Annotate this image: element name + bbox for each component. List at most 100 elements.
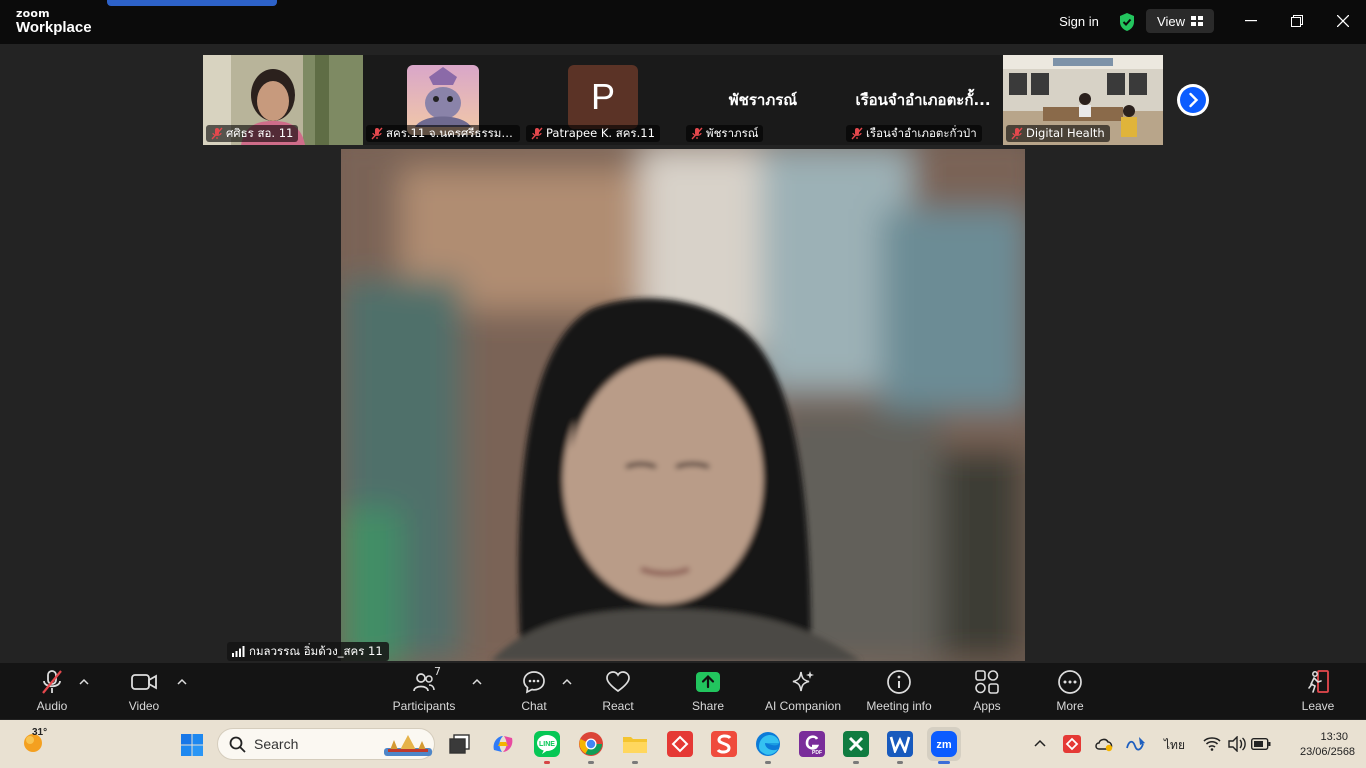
speaker-video-frame <box>341 149 1025 661</box>
anydesk-app-button[interactable] <box>667 731 693 757</box>
participant-thumbnail-strip: ศศิธร สอ. 11 สคร.11 จ.นครศรีธรรมรา... P … <box>203 55 1163 145</box>
more-button[interactable]: More <box>1025 669 1115 713</box>
chrome-icon <box>579 732 603 756</box>
participant-thumbnail[interactable]: P Patrapee K. สคร.11 <box>523 55 683 145</box>
restore-button[interactable] <box>1285 10 1309 32</box>
chat-options-caret-icon[interactable] <box>562 677 572 687</box>
audio-options-caret-icon[interactable] <box>79 677 89 687</box>
svg-text:PDF: PDF <box>812 750 822 755</box>
video-options-caret-icon[interactable] <box>177 677 187 687</box>
participants-label: Participants <box>392 699 456 713</box>
chrome-running-indicator <box>588 761 594 764</box>
pen-input-icon[interactable] <box>1125 734 1147 754</box>
speaker-volume-icon[interactable] <box>1227 736 1247 752</box>
show-hidden-icons-chevron-up-icon[interactable] <box>1033 738 1047 748</box>
svg-text:LINE: LINE <box>539 741 555 748</box>
file-explorer-running-indicator <box>632 761 638 764</box>
chat-bubble-icon <box>523 671 545 694</box>
meeting-info-button[interactable]: Meeting info <box>854 669 944 713</box>
next-page-button[interactable] <box>1177 84 1209 116</box>
windows-start-icon[interactable] <box>180 733 204 757</box>
active-window-indicator <box>107 0 277 6</box>
anydesk-tray-icon[interactable] <box>1063 735 1081 753</box>
close-button[interactable] <box>1331 10 1355 32</box>
participant-name: ศศิธร สอ. 11 <box>226 126 294 140</box>
taskbar-clock[interactable]: 13:30 23/06/2568 <box>1300 730 1356 760</box>
participant-thumbnail[interactable]: พัชราภรณ์ พัชราภรณ์ <box>683 55 843 145</box>
anydesk-icon <box>671 735 689 753</box>
video-button[interactable]: Video <box>99 669 189 713</box>
view-button[interactable]: View <box>1146 9 1214 33</box>
react-button[interactable]: React <box>573 669 663 713</box>
pdf-app-button[interactable]: PDF <box>799 731 825 757</box>
active-speaker-video[interactable] <box>341 149 1025 661</box>
word-app-button[interactable] <box>887 731 913 757</box>
minimize-icon <box>1245 20 1257 22</box>
participant-name: Patrapee K. สคร.11 <box>546 126 655 140</box>
muted-mic-icon <box>531 127 543 140</box>
participant-thumbnail[interactable]: Digital Health <box>1003 55 1163 145</box>
input-language-indicator[interactable]: ไทย <box>1164 736 1185 755</box>
s-app-button[interactable] <box>711 731 737 757</box>
sign-in-button[interactable]: Sign in <box>1050 9 1108 33</box>
participant-thumbnail[interactable]: ศศิธร สอ. 11 <box>203 55 363 145</box>
participant-thumbnail[interactable]: สคร.11 จ.นครศรีธรรมรา... <box>363 55 523 145</box>
more-label: More <box>1056 699 1084 713</box>
participant-thumbnail[interactable]: เรือนจำอำเภอตะกั้... เรือนจำอำเภอตะกั่วป… <box>843 55 1003 145</box>
participant-name-label: พัชราภรณ์ <box>686 125 764 142</box>
muted-mic-icon <box>211 127 223 140</box>
clock-date: 23/06/2568 <box>1300 746 1356 758</box>
taskbar-search-box[interactable]: Search <box>217 728 435 760</box>
participant-display-name: พัชราภรณ์ <box>728 91 798 109</box>
file-explorer-button[interactable] <box>622 731 648 757</box>
chrome-app-button[interactable] <box>578 731 604 757</box>
excel-app-button[interactable] <box>843 731 869 757</box>
edge-app-button[interactable] <box>755 731 781 757</box>
zoom-app-button[interactable]: zm <box>927 727 961 761</box>
chat-label: Chat <box>521 699 547 713</box>
participant-name: Digital Health <box>1026 126 1105 140</box>
cloud-sync-icon[interactable] <box>1094 735 1116 753</box>
participant-display-name: เรือนจำอำเภอตะกั้... <box>855 91 991 109</box>
share-screen-icon <box>696 672 720 692</box>
copilot-app-button[interactable] <box>490 731 516 757</box>
svg-text:zm: zm <box>936 739 952 751</box>
participants-count: 7 <box>434 665 441 678</box>
logo-workplace-text: Workplace <box>16 19 92 36</box>
participant-name-label: สคร.11 จ.นครศรีธรรมรา... <box>366 125 520 142</box>
task-view-icon <box>449 734 470 754</box>
line-chat-icon: LINE <box>537 735 557 754</box>
security-shield-icon[interactable] <box>1118 12 1136 32</box>
leave-door-icon <box>1308 670 1329 693</box>
participant-letter-avatar: P <box>568 65 638 129</box>
participant-name-label: เรือนจำอำเภอตะกั่วป่า <box>846 125 982 142</box>
participants-button[interactable]: 7 Participants <box>379 665 469 713</box>
view-label: View <box>1157 13 1185 29</box>
ai-companion-label: AI Companion <box>764 699 842 713</box>
minimize-button[interactable] <box>1239 10 1263 32</box>
weather-temperature: 31° <box>32 727 48 738</box>
chat-button[interactable]: Chat <box>489 669 579 713</box>
muted-mic-icon <box>1011 127 1023 140</box>
share-label: Share <box>691 699 725 713</box>
task-view-button[interactable] <box>447 731 473 757</box>
leave-button[interactable]: Leave <box>1273 669 1363 713</box>
logo-zoom-text: zoom <box>16 7 50 20</box>
audio-button[interactable]: Audio <box>7 669 97 713</box>
react-label: React <box>602 699 634 713</box>
participants-options-caret-icon[interactable] <box>472 677 482 687</box>
wifi-icon[interactable] <box>1203 736 1221 751</box>
word-icon <box>889 736 911 753</box>
muted-mic-icon <box>691 127 703 140</box>
line-app-button[interactable]: LINE <box>534 731 560 757</box>
info-icon <box>887 670 911 694</box>
participant-name-label: Digital Health <box>1006 125 1110 142</box>
share-button[interactable]: Share <box>663 669 753 713</box>
ai-companion-button[interactable]: AI Companion <box>758 669 848 713</box>
s-logo-icon <box>716 734 732 754</box>
apps-button[interactable]: Apps <box>942 669 1032 713</box>
excel-icon <box>848 736 864 752</box>
muted-microphone-icon <box>42 670 62 694</box>
zoom-app-icon: zm <box>931 731 957 757</box>
battery-icon[interactable] <box>1251 738 1271 750</box>
